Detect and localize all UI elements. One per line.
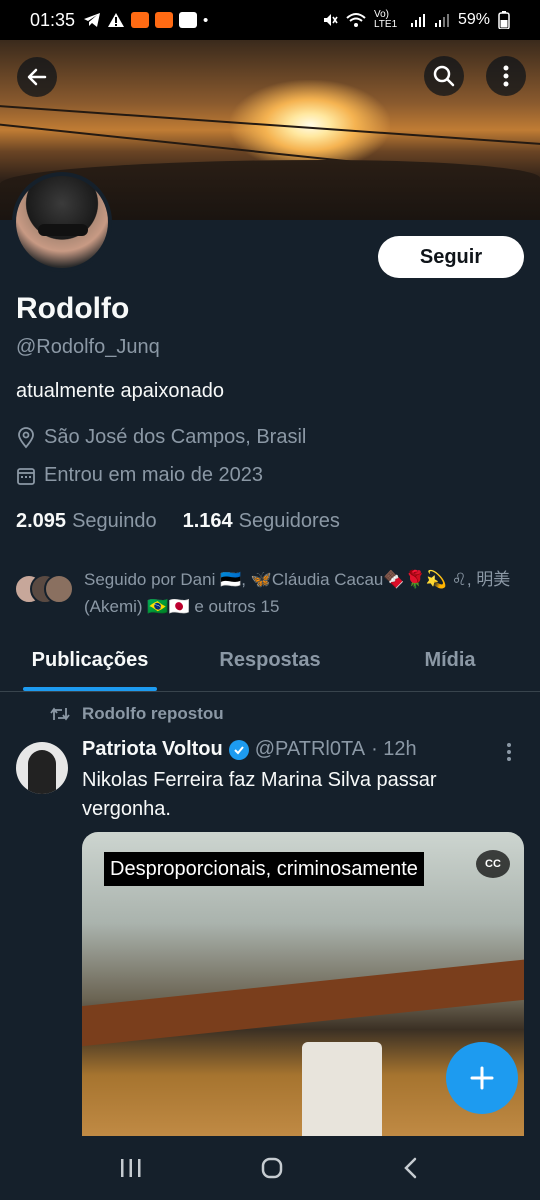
status-right-icons: Vo) LTE1 59% [322,10,510,30]
search-icon [433,65,455,87]
app-icon [155,12,174,28]
joined-row: Entrou em maio de 2023 [16,464,263,487]
signal-icon [434,14,449,27]
closed-captions-button[interactable]: CC [476,850,510,878]
calendar-icon [17,467,35,485]
avatar-silhouette [28,750,56,794]
profile-joined: Entrou em maio de 2023 [44,464,264,486]
post-author-avatar[interactable] [16,742,68,794]
location-row: São José dos Campos, Brasil [16,426,306,449]
post-header: Patriota Voltou @PATRl0TA · 12h [82,738,522,761]
following-link[interactable]: 2.095 Seguindo [16,510,157,533]
post-more-button[interactable] [506,742,512,767]
arrow-left-icon [27,68,47,86]
follow-stats: 2.095 Seguindo 1.164 Seguidores [16,510,340,533]
status-time: 01:35 [30,9,76,30]
tab-posts[interactable]: Publicações [0,630,180,691]
post-author-handle[interactable]: @PATRl0TA [255,738,365,761]
tab-replies[interactable]: Respostas [180,630,360,691]
location-pin-icon [18,426,34,448]
followed-by-row[interactable]: Seguido por Dani 🇪🇪, 🦋Cláudia Cacau🍫🌹💫 ♌… [14,566,524,620]
follow-button[interactable]: Seguir [378,236,524,278]
battery-icon [498,11,510,29]
profile-handle: @Rodolfo_Junq [16,336,160,358]
post-time: · 12h [371,738,417,760]
post-text: Nikolas Ferreira faz Marina Silva passar… [82,769,437,820]
verified-badge-icon [228,739,249,760]
repost-icon [50,707,70,721]
post-author-name[interactable]: Patriota Voltou [82,738,223,761]
system-nav-bar [0,1136,540,1200]
status-bar: 01:35 • Vo) LTE1 59% [0,0,540,40]
telegram-icon [84,13,101,27]
video-desk [82,955,524,1049]
more-button[interactable] [486,56,526,96]
warning-icon [108,13,125,27]
voicemail-icon [179,12,198,28]
followed-by-avatars [14,574,74,610]
signal-icon [410,14,425,27]
home-icon[interactable] [260,1156,284,1180]
repost-label: Rodolfo repostou [82,704,224,723]
avatar [44,574,74,604]
video-caption: Desproporcionais, criminosamente [104,852,424,886]
more-vertical-icon [503,65,509,87]
profile-location: São José dos Campos, Brasil [44,426,307,448]
network-label: Vo) LTE1 [373,9,398,30]
profile-name: Rodolfo [16,292,130,325]
profile-bio: atualmente apaixonado [16,380,224,402]
app-icon [131,12,150,28]
followers-label: Seguidores [238,510,340,532]
mute-icon [323,14,338,26]
more-vertical-icon [507,743,511,761]
back-button[interactable] [17,57,57,97]
avatar-image [16,176,108,268]
search-button[interactable] [424,56,464,96]
back-icon[interactable] [401,1156,421,1180]
profile-tabs: Publicações Respostas Mídia [0,630,540,692]
compose-button[interactable] [446,1042,518,1114]
avatar-glasses [38,224,88,236]
followers-link[interactable]: 1.164 Seguidores [183,510,340,533]
recents-icon[interactable] [119,1157,143,1179]
followed-by-text: Seguido por Dani 🇪🇪, 🦋Cláudia Cacau🍫🌹💫 ♌… [84,570,511,616]
followers-count: 1.164 [182,510,233,532]
profile-avatar[interactable] [12,172,112,272]
battery-percent: 59% [457,11,490,28]
following-label: Seguindo [72,510,157,532]
following-count: 2.095 [16,510,67,532]
video-cup [302,1042,382,1136]
wifi-icon [346,13,366,27]
plus-icon [470,1066,494,1090]
tab-media[interactable]: Mídia [360,630,540,691]
repost-indicator: Rodolfo repostou [50,704,224,724]
notification-dot-icon: • [203,11,209,29]
status-left-icons: • [83,12,208,29]
